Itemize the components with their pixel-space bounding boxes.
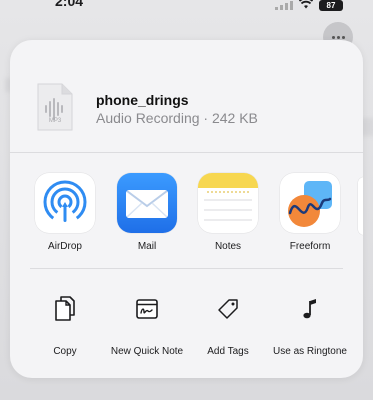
file-type-label: MP3 bbox=[48, 118, 62, 124]
cellular-icon bbox=[275, 0, 293, 10]
action-label: New Quick Note bbox=[110, 346, 184, 357]
wifi-icon bbox=[298, 0, 314, 14]
share-apps-row: AirDrop Mail Notes Freeform bbox=[10, 173, 363, 265]
divider bbox=[30, 268, 343, 269]
notes-icon bbox=[198, 173, 258, 233]
file-subtitle: Audio Recording · 242 KB bbox=[96, 110, 258, 126]
share-app-mail[interactable]: Mail bbox=[112, 173, 182, 252]
action-label: Add Tags bbox=[207, 346, 249, 357]
action-use-as-ringtone[interactable]: Use as Ringtone bbox=[270, 295, 350, 358]
status-icons: 87 bbox=[275, 0, 343, 14]
status-time: 2:04 bbox=[55, 0, 84, 9]
music-note-icon bbox=[296, 295, 324, 323]
app-label: AirDrop bbox=[48, 241, 82, 252]
tag-icon bbox=[214, 295, 242, 323]
file-name: phone_drings bbox=[96, 92, 189, 108]
action-copy[interactable]: Copy bbox=[25, 295, 105, 358]
more-apps-peek[interactable] bbox=[358, 177, 363, 235]
divider bbox=[10, 152, 363, 153]
share-app-freeform[interactable]: Freeform bbox=[275, 173, 345, 252]
app-label: Notes bbox=[214, 241, 242, 252]
share-app-airdrop[interactable]: AirDrop bbox=[30, 173, 100, 252]
airdrop-icon bbox=[35, 173, 95, 233]
action-label: Use as Ringtone bbox=[273, 346, 347, 357]
action-add-tags[interactable]: Add Tags bbox=[188, 295, 268, 358]
share-actions-row: Copy New Quick Note Add Tags Use as Ring… bbox=[10, 295, 363, 375]
freeform-icon bbox=[280, 173, 340, 233]
share-sheet: MP3 phone_drings Audio Recording · 242 K… bbox=[10, 40, 363, 378]
app-label: Freeform bbox=[289, 241, 331, 252]
audio-file-icon: MP3 bbox=[36, 82, 74, 132]
quick-note-icon bbox=[133, 295, 161, 323]
file-header: MP3 phone_drings Audio Recording · 242 K… bbox=[10, 40, 363, 160]
share-app-notes[interactable]: Notes bbox=[193, 173, 263, 252]
ellipsis-icon bbox=[331, 35, 345, 39]
app-label: Mail bbox=[137, 241, 157, 252]
mail-icon bbox=[117, 173, 177, 233]
action-label: Copy bbox=[53, 346, 77, 357]
copy-icon bbox=[51, 295, 79, 323]
action-new-quick-note[interactable]: New Quick Note bbox=[107, 295, 187, 358]
battery-icon: 87 bbox=[319, 0, 343, 11]
